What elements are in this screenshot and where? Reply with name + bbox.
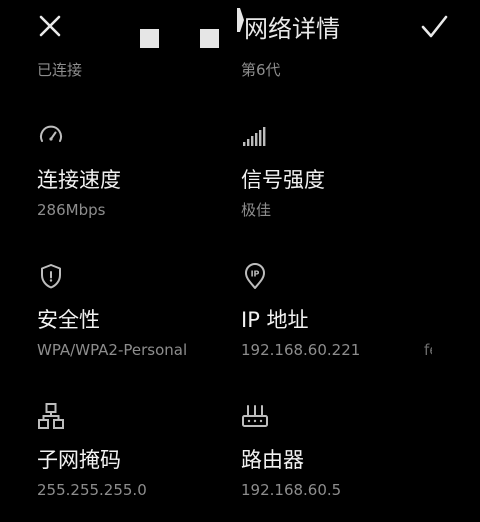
detail-value: 286Mbps <box>37 201 106 219</box>
detail-label: 安全性 <box>37 308 100 332</box>
detail-signal-strength: 信号强度 极佳 <box>241 122 441 242</box>
detail-ip-address: IP IP 地址 192.168.60.221 <box>241 262 441 382</box>
clipped-text-fragment: fe <box>424 341 432 359</box>
top-app-bar: 网络详情 <box>0 0 480 60</box>
detail-security: 安全性 WPA/WPA2-Personal <box>37 262 237 382</box>
confirm-button[interactable] <box>414 8 454 48</box>
detail-label: 子网掩码 <box>37 448 121 472</box>
detail-value: 255.255.255.0 <box>37 481 147 499</box>
svg-text:IP: IP <box>251 270 260 279</box>
shield-icon <box>41 264 61 289</box>
detail-value: 极佳 <box>241 201 272 219</box>
close-icon <box>39 15 61 37</box>
detail-label: 连接速度 <box>37 168 121 192</box>
detail-label: 信号强度 <box>241 168 325 192</box>
overlay-square <box>200 29 219 48</box>
detail-label: 路由器 <box>241 448 304 472</box>
overlay-square <box>140 29 159 48</box>
detail-label: IP 地址 <box>241 308 309 332</box>
detail-value: 192.168.60.5 <box>241 481 342 499</box>
ip-location-icon: IP <box>245 263 265 289</box>
router-icon <box>242 405 268 427</box>
detail-connection-speed: 连接速度 286Mbps <box>37 122 237 242</box>
checkmark-icon <box>421 15 448 38</box>
detail-value: 192.168.60.221 <box>241 341 361 359</box>
signal-strength-icon <box>243 127 266 146</box>
speedometer-icon <box>40 125 62 142</box>
connection-status-value: 已连接 <box>37 61 83 79</box>
wifi-standard-value: 第6代 <box>241 61 281 79</box>
page-title: 网络详情 <box>244 15 340 43</box>
detail-subnet-mask: 子网掩码 255.255.255.0 <box>37 402 237 522</box>
detail-value: WPA/WPA2-Personal <box>37 341 188 359</box>
close-button[interactable] <box>30 8 70 48</box>
detail-router: 路由器 192.168.60.5 <box>241 402 441 522</box>
network-topology-icon <box>38 403 64 429</box>
